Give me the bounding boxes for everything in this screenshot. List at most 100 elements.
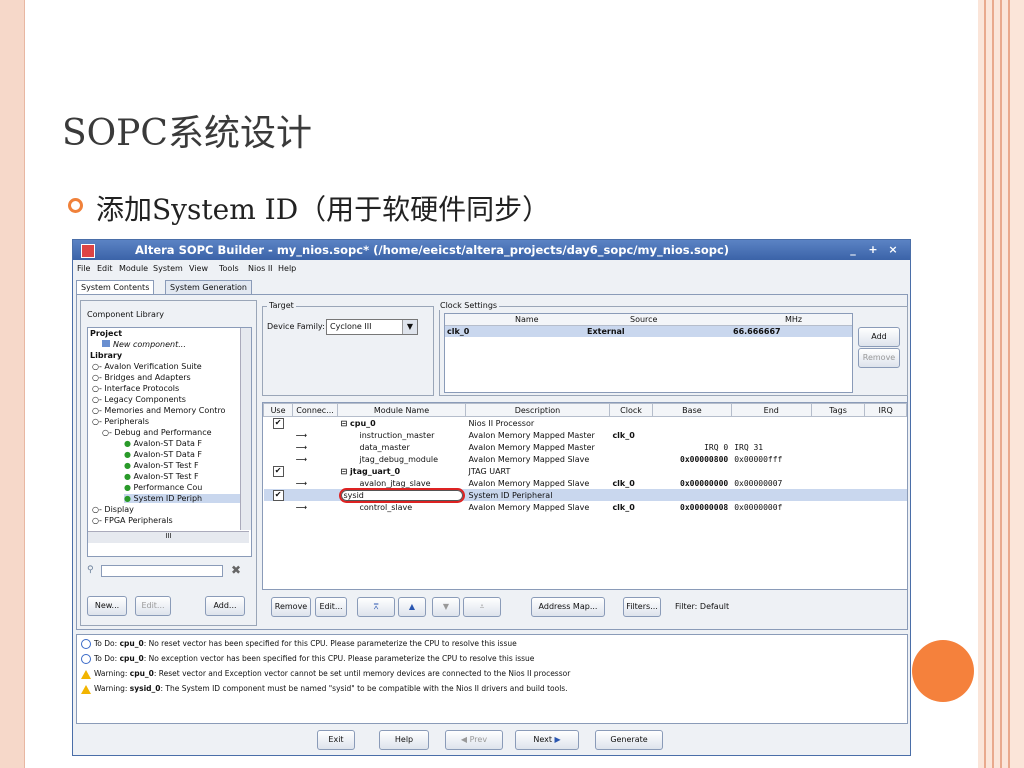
menu-nios[interactable]: Nios II <box>248 264 273 273</box>
menu-module[interactable]: Module <box>119 264 148 273</box>
minimize-icon[interactable]: _ <box>846 243 860 256</box>
tree-leaf[interactable]: ● Avalon-ST Test F <box>124 472 279 481</box>
window-titlebar[interactable]: Altera SOPC Builder - my_nios.sopc* (/ho… <box>73 240 910 260</box>
next-button[interactable]: Next ▶ <box>515 730 579 750</box>
tree-leaf[interactable]: ● Performance Cou <box>124 483 279 492</box>
column-header[interactable]: Use <box>263 403 294 417</box>
connection-cell[interactable]: ⟶ <box>293 501 338 513</box>
address-map-button[interactable]: Address Map... <box>531 597 605 617</box>
tree-leaf[interactable]: ● Avalon-ST Test F <box>124 461 279 470</box>
edit-component-button[interactable]: Edit... <box>135 596 171 616</box>
connection-cell[interactable] <box>293 489 338 501</box>
add-component-button[interactable]: Add... <box>205 596 245 616</box>
connection-cell[interactable]: ⟶ <box>293 429 338 441</box>
message-warning[interactable]: Warning: sysid_0: The System ID componen… <box>81 684 568 694</box>
use-checkbox[interactable]: ✔ <box>272 489 284 501</box>
connection-cell[interactable]: ⟶ <box>293 453 338 465</box>
column-header[interactable]: Connec... <box>292 403 339 417</box>
column-header[interactable]: End <box>730 403 812 417</box>
clock-add-button[interactable]: Add <box>858 327 900 347</box>
move-up-button[interactable]: ▲ <box>398 597 426 617</box>
clock-row[interactable]: clk_0 External 66.666667 <box>445 326 852 337</box>
use-checkbox[interactable]: ✔ <box>272 465 284 477</box>
column-header[interactable]: Tags <box>810 403 866 417</box>
remove-button[interactable]: Remove <box>271 597 311 617</box>
message-warning[interactable]: Warning: cpu_0: Reset vector and Excepti… <box>81 669 570 679</box>
filters-button[interactable]: Filters... <box>623 597 661 617</box>
message-todo[interactable]: To Do: cpu_0: No reset vector has been s… <box>81 639 517 649</box>
move-top-button[interactable]: ⩞ <box>357 597 395 617</box>
table-row[interactable]: ⟶ data_master Avalon Memory Mapped Master I… <box>264 441 907 453</box>
menu-file[interactable]: File <box>77 264 90 273</box>
tree-project[interactable]: Project <box>90 329 245 338</box>
module-name-cell[interactable]: control_slave <box>338 501 466 513</box>
menu-system[interactable]: System <box>153 264 183 273</box>
column-header[interactable]: Description <box>465 403 610 417</box>
tree-leaf[interactable]: ● Avalon-ST Data F <box>124 439 279 448</box>
module-name-cell[interactable]: instruction_master <box>338 429 466 441</box>
column-header[interactable]: IRQ <box>864 403 907 417</box>
tab-system-contents[interactable]: System Contents <box>76 280 155 294</box>
library-tree[interactable]: Project New component... Library ○- Aval… <box>87 327 252 557</box>
tree-item[interactable]: ○- Display <box>92 505 247 514</box>
connection-cell[interactable]: ⟶ <box>293 441 338 453</box>
connection-cell[interactable]: ⟶ <box>293 477 338 489</box>
table-row[interactable]: ⟶ instruction_master Avalon Memory Mapped … <box>264 429 907 441</box>
table-row[interactable]: ✔ sysid System ID Peripheral <box>263 487 907 503</box>
table-row[interactable]: ⟶ control_slave Avalon Memory Mapped Slave… <box>264 501 907 513</box>
column-header[interactable]: Clock <box>608 403 654 417</box>
module-name-editor[interactable]: sysid <box>338 487 465 503</box>
tree-item[interactable]: ○- Peripherals <box>92 417 247 426</box>
tree-library[interactable]: Library <box>90 351 245 360</box>
clear-search-icon[interactable]: ✖ <box>231 563 241 577</box>
module-name-cell[interactable]: jtag_debug_module <box>338 453 466 465</box>
close-icon[interactable]: × <box>886 243 900 256</box>
module-name-cell[interactable]: ⊟ cpu_0 <box>338 417 466 430</box>
vertical-scrollbar[interactable] <box>240 328 251 530</box>
message-todo[interactable]: To Do: cpu_0: No exception vector has be… <box>81 654 534 664</box>
menu-edit[interactable]: Edit <box>97 264 113 273</box>
prev-button[interactable]: ◀ Prev <box>445 730 503 750</box>
tree-leaf-selected[interactable]: ● System ID Periph <box>124 494 244 503</box>
horizontal-scrollbar[interactable]: III <box>88 531 249 543</box>
generate-button[interactable]: Generate <box>595 730 663 750</box>
tab-system-generation[interactable]: System Generation <box>165 280 253 294</box>
use-checkbox[interactable]: ✔ <box>272 417 284 429</box>
clock-remove-button[interactable]: Remove <box>858 348 900 368</box>
table-row[interactable]: ⟶ jtag_debug_module Avalon Memory Mapped S… <box>264 453 907 465</box>
menu-view[interactable]: View <box>189 264 208 273</box>
connection-cell[interactable] <box>293 465 338 477</box>
module-name-cell[interactable]: sysid <box>338 487 466 503</box>
exit-button[interactable]: Exit <box>317 730 355 750</box>
library-search-input[interactable] <box>101 565 223 577</box>
column-header[interactable]: Base <box>652 403 732 417</box>
move-down-button[interactable]: ▼ <box>432 597 460 617</box>
help-button[interactable]: Help <box>379 730 429 750</box>
tree-leaf[interactable]: ● Avalon-ST Data F <box>124 450 279 459</box>
move-bottom-button[interactable]: ⩡ <box>463 597 501 617</box>
tree-item[interactable]: ○- Avalon Verification Suite <box>92 362 247 371</box>
column-header[interactable]: Module Name <box>337 403 467 417</box>
tree-debug[interactable]: ○- Debug and Performance <box>102 428 257 437</box>
tree-item[interactable]: ○- Interface Protocols <box>92 384 247 393</box>
table-row[interactable]: ✔ ⊟ cpu_0 Nios II Processor <box>264 417 907 430</box>
menu-tools[interactable]: Tools <box>219 264 239 273</box>
new-component-button[interactable]: New... <box>87 596 127 616</box>
edit-button[interactable]: Edit... <box>315 597 347 617</box>
table-row[interactable]: ⟶ avalon_jtag_slave Avalon Memory Mapped S… <box>264 477 907 489</box>
module-name-cell[interactable]: data_master <box>338 441 466 453</box>
module-name-cell[interactable]: avalon_jtag_slave <box>338 477 466 489</box>
module-name-cell[interactable]: ⊟ jtag_uart_0 <box>338 465 466 477</box>
maximize-icon[interactable]: + <box>866 243 880 256</box>
device-family-select[interactable]: Cyclone III ▼ <box>326 319 418 335</box>
table-row[interactable]: ✔ ⊟ jtag_uart_0 JTAG UART <box>264 465 907 477</box>
tree-item[interactable]: ○- FPGA Peripherals <box>92 516 247 525</box>
tree-item[interactable]: ○- Bridges and Adapters <box>92 373 247 382</box>
tree-new-component[interactable]: New component... <box>102 340 257 349</box>
menu-help[interactable]: Help <box>278 264 296 273</box>
tree-item-label: Display <box>104 505 134 514</box>
connection-cell[interactable] <box>293 417 338 430</box>
tree-item-label: Performance Cou <box>133 483 203 492</box>
tree-item[interactable]: ○- Legacy Components <box>92 395 247 404</box>
tree-item[interactable]: ○- Memories and Memory Contro <box>92 406 247 415</box>
